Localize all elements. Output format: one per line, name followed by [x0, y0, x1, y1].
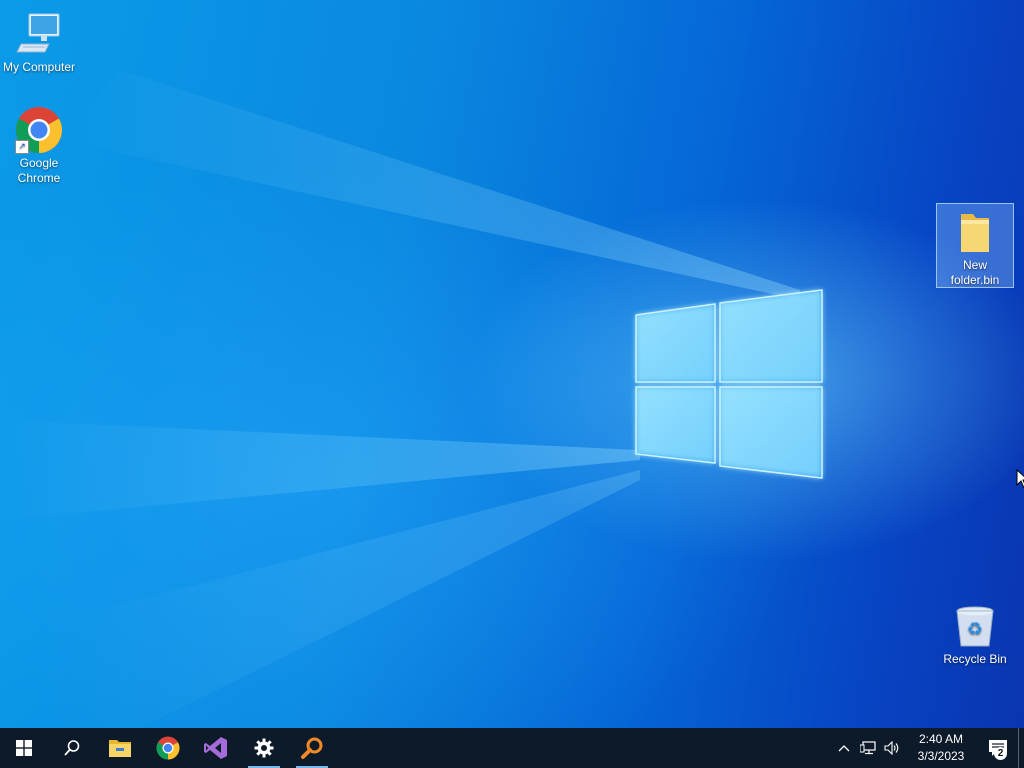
clock-time: 2:40 AM — [918, 732, 964, 746]
gear-icon — [254, 738, 274, 758]
speaker-icon — [884, 741, 899, 755]
chrome-icon — [156, 736, 180, 760]
taskbar-visual-studio[interactable] — [192, 728, 240, 768]
mouse-cursor-icon — [1016, 469, 1024, 489]
desktop[interactable]: My Computer ↗ Google Chrome New folder.b… — [0, 0, 1024, 728]
shortcut-arrow-icon: ↗ — [15, 140, 29, 154]
clock-date: 3/3/2023 — [917, 749, 965, 763]
desktop-icon-recycle-bin[interactable]: ♻ Recycle Bin — [936, 598, 1014, 667]
svg-text:♻: ♻ — [967, 619, 983, 640]
chevron-up-icon — [838, 745, 850, 752]
chrome-icon: ↗ — [15, 106, 63, 154]
folder-icon — [109, 740, 131, 757]
desktop-icon-new-folder[interactable]: New folder.bin — [936, 203, 1014, 288]
taskbar: 2:40 AM 3/3/2023 2 — [0, 728, 1024, 768]
visual-studio-icon — [204, 737, 227, 759]
notification-count-badge: 2 — [994, 747, 1007, 760]
search-icon — [64, 740, 80, 756]
folder-icon — [951, 208, 999, 256]
search-button[interactable] — [48, 728, 96, 768]
windows-icon — [16, 740, 32, 756]
taskbar-search-app[interactable] — [288, 728, 336, 768]
start-button[interactable] — [0, 728, 48, 768]
show-hidden-icons-button[interactable] — [832, 728, 856, 768]
taskbar-chrome[interactable] — [144, 728, 192, 768]
taskbar-file-explorer[interactable] — [96, 728, 144, 768]
volume-button[interactable] — [880, 728, 904, 768]
desktop-icon-label: My Computer — [2, 60, 76, 74]
wallpaper-windows-logo — [635, 289, 823, 479]
show-desktop-button[interactable] — [1018, 728, 1024, 768]
recycle-bin-icon: ♻ — [951, 602, 999, 650]
computer-icon — [15, 10, 63, 58]
taskbar-settings[interactable] — [240, 728, 288, 768]
desktop-icon-google-chrome[interactable]: ↗ Google Chrome — [0, 102, 78, 186]
desktop-icon-my-computer[interactable]: My Computer — [0, 6, 78, 75]
magnifier-orange-icon — [301, 737, 323, 759]
action-center-button[interactable]: 2 — [978, 728, 1018, 768]
desktop-icon-label: Recycle Bin — [943, 652, 1007, 666]
desktop-icon-label: New folder.bin — [950, 258, 1000, 287]
network-button[interactable] — [856, 728, 880, 768]
network-icon — [860, 741, 876, 755]
clock[interactable]: 2:40 AM 3/3/2023 — [904, 731, 978, 765]
desktop-icon-label: Google Chrome — [17, 156, 61, 185]
system-tray: 2:40 AM 3/3/2023 2 — [832, 728, 1024, 768]
